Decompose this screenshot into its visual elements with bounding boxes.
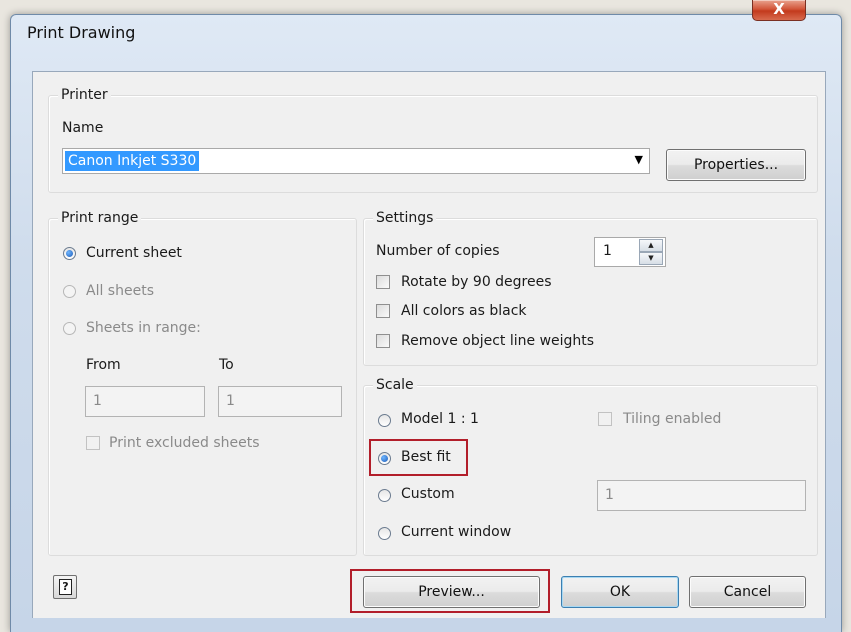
printer-name-label: Name [62, 120, 104, 136]
copies-stepper[interactable]: 1 ▲ ▼ [594, 237, 666, 267]
help-button[interactable]: ? [53, 575, 77, 599]
printer-group-label: Printer [58, 87, 111, 103]
spin-down-icon[interactable]: ▼ [639, 252, 663, 265]
print-range-group-label: Print range [58, 210, 142, 226]
model-scale-radio[interactable] [378, 414, 391, 427]
cancel-button[interactable]: Cancel [689, 576, 806, 608]
all-sheets-radio[interactable] [63, 285, 76, 298]
to-input[interactable]: 1 [218, 386, 342, 417]
current-sheet-label[interactable]: Current sheet [86, 245, 182, 261]
ok-button[interactable]: OK [561, 576, 679, 608]
remove-line-weights-checkbox[interactable] [376, 334, 390, 348]
rotate-checkbox[interactable] [376, 275, 390, 289]
help-icon: ? [59, 579, 72, 595]
print-excluded-label[interactable]: Print excluded sheets [109, 435, 260, 451]
sheets-in-range-label[interactable]: Sheets in range: [86, 320, 201, 336]
current-window-label[interactable]: Current window [401, 524, 511, 540]
close-button[interactable]: X [752, 0, 806, 21]
copies-value[interactable]: 1 [603, 243, 612, 259]
all-sheets-label[interactable]: All sheets [86, 283, 154, 299]
all-black-checkbox[interactable] [376, 304, 390, 318]
rotate-label[interactable]: Rotate by 90 degrees [401, 274, 552, 290]
remove-line-weights-label[interactable]: Remove object line weights [401, 333, 594, 349]
tiling-checkbox[interactable] [598, 412, 612, 426]
from-input[interactable]: 1 [85, 386, 205, 417]
printer-select[interactable]: Canon Inkjet S330 ▼ [62, 148, 650, 174]
tiling-label[interactable]: Tiling enabled [623, 411, 721, 427]
printer-selected-value: Canon Inkjet S330 [65, 151, 200, 171]
chevron-down-icon[interactable]: ▼ [635, 153, 643, 166]
custom-scale-radio[interactable] [378, 489, 391, 502]
current-sheet-radio[interactable] [63, 247, 76, 260]
best-fit-radio[interactable] [378, 452, 391, 465]
copies-label: Number of copies [376, 243, 500, 259]
print-excluded-checkbox[interactable] [86, 436, 100, 450]
scale-group-label: Scale [373, 377, 417, 393]
current-window-radio[interactable] [378, 527, 391, 540]
to-label: To [219, 357, 234, 373]
custom-scale-input[interactable]: 1 [597, 480, 806, 511]
preview-button[interactable]: Preview... [363, 576, 540, 608]
all-black-label[interactable]: All colors as black [401, 303, 527, 319]
model-scale-label[interactable]: Model 1 : 1 [401, 411, 479, 427]
sheets-in-range-radio[interactable] [63, 322, 76, 335]
settings-group-label: Settings [373, 210, 437, 226]
best-fit-label[interactable]: Best fit [401, 449, 451, 465]
custom-scale-label[interactable]: Custom [401, 486, 455, 502]
properties-button[interactable]: Properties... [666, 149, 806, 181]
from-label: From [86, 357, 121, 373]
dialog-title: Print Drawing [27, 23, 136, 42]
spin-up-icon[interactable]: ▲ [639, 239, 663, 252]
